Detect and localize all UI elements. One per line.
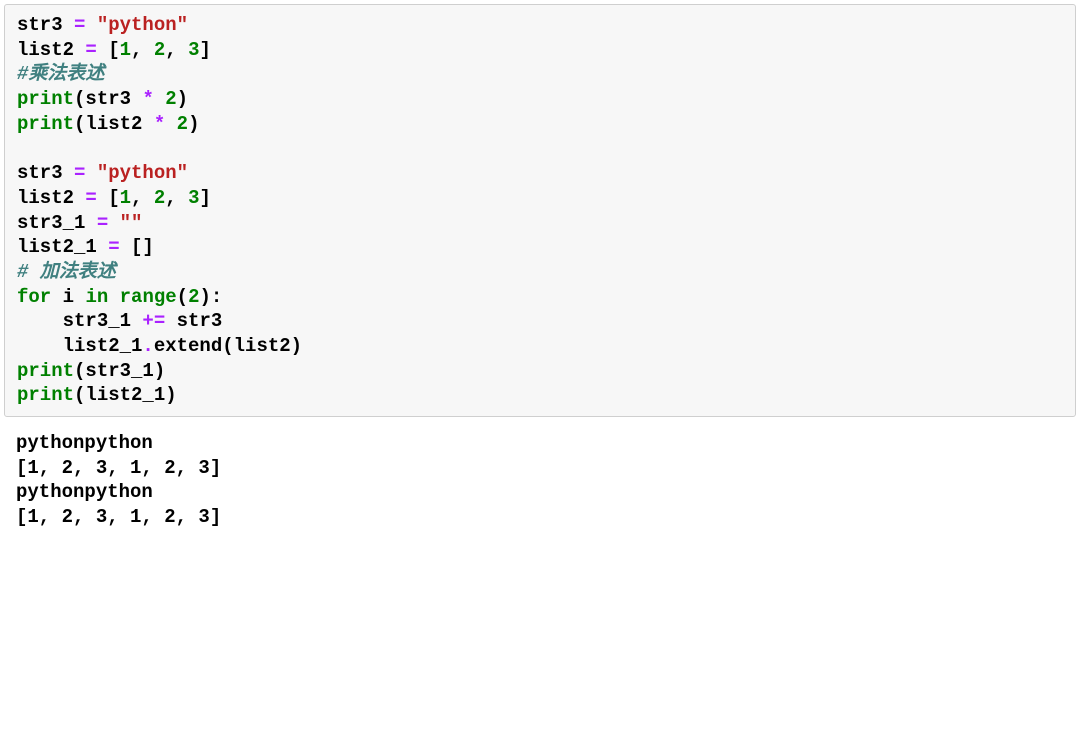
code-line: for i in range(2):	[17, 285, 1063, 310]
output-line: [1, 2, 3, 1, 2, 3]	[16, 505, 1064, 530]
code-line-blank	[17, 136, 1063, 161]
code-line: str3 = "python"	[17, 161, 1063, 186]
code-cell: str3 = "python" list2 = [1, 2, 3] #乘法表述 …	[4, 4, 1076, 417]
code-line: str3_1 += str3	[17, 309, 1063, 334]
code-line: print(list2_1)	[17, 383, 1063, 408]
code-line: str3 = "python"	[17, 13, 1063, 38]
code-line: print(str3_1)	[17, 359, 1063, 384]
code-line: print(str3 * 2)	[17, 87, 1063, 112]
code-line: print(list2 * 2)	[17, 112, 1063, 137]
code-line: list2_1 = []	[17, 235, 1063, 260]
output-line: [1, 2, 3, 1, 2, 3]	[16, 456, 1064, 481]
code-line: list2_1.extend(list2)	[17, 334, 1063, 359]
code-line: str3_1 = ""	[17, 211, 1063, 236]
code-line-comment: # 加法表述	[17, 260, 1063, 285]
output-line: pythonpython	[16, 431, 1064, 456]
code-line: list2 = [1, 2, 3]	[17, 38, 1063, 63]
code-line: list2 = [1, 2, 3]	[17, 186, 1063, 211]
output-cell: pythonpython [1, 2, 3, 1, 2, 3] pythonpy…	[4, 427, 1076, 534]
code-line-comment: #乘法表述	[17, 62, 1063, 87]
output-line: pythonpython	[16, 480, 1064, 505]
